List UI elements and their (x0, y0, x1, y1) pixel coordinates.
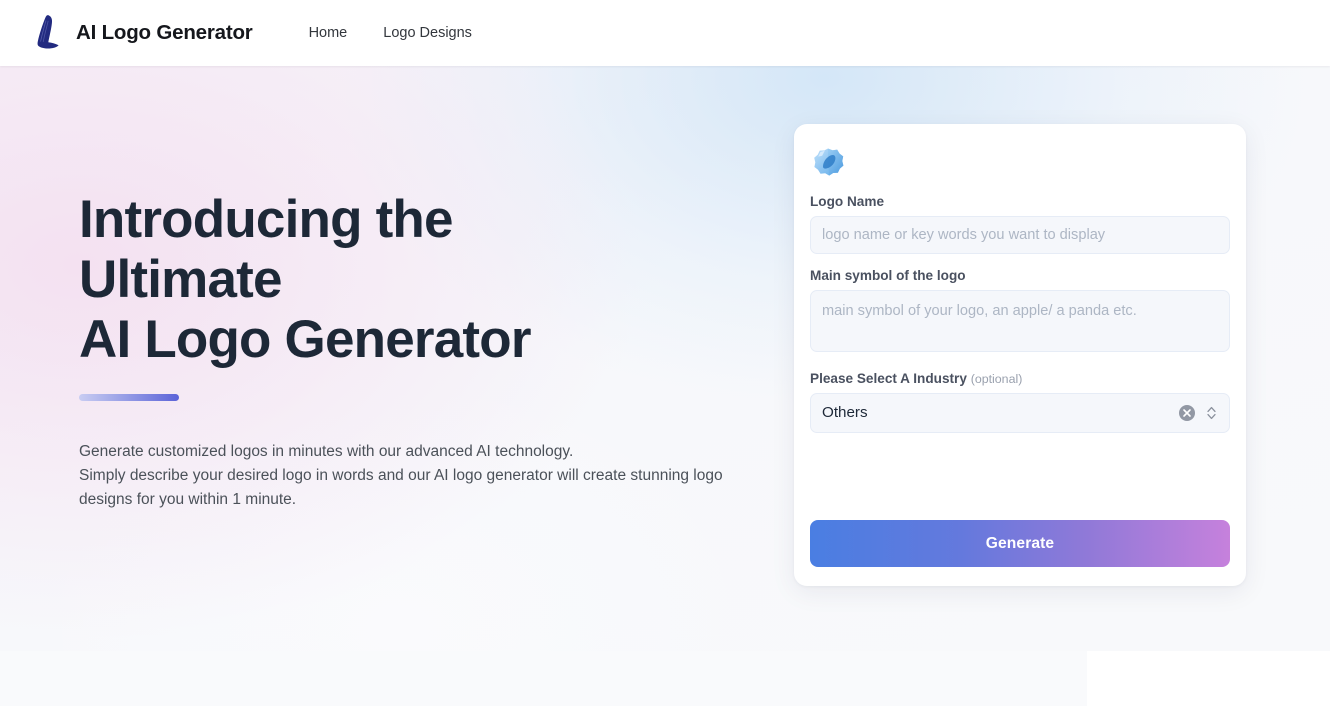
industry-optional-tag: (optional) (970, 372, 1023, 386)
up-down-chevron-icon[interactable] (1205, 404, 1218, 422)
logo-name-field-group: Logo Name (810, 194, 1230, 254)
hero-description-line-2: Simply describe your desired logo in wor… (79, 467, 723, 484)
hero-heading-line-1: Introducing the (79, 190, 453, 249)
page-title: Introducing the Ultimate AI Logo Generat… (79, 190, 769, 370)
clear-x-icon[interactable] (1179, 405, 1195, 421)
hero-description-line-3: designs for you within 1 minute. (79, 491, 297, 508)
main-symbol-label: Main symbol of the logo (810, 268, 966, 283)
industry-select-wrap: Others (810, 393, 1230, 433)
industry-select-value: Others (822, 404, 868, 421)
hero-section: Introducing the Ultimate AI Logo Generat… (79, 190, 769, 512)
brand[interactable]: AI Logo Generator (30, 13, 253, 53)
main-nav: Home Logo Designs (291, 19, 490, 47)
industry-select[interactable]: Others (810, 393, 1230, 433)
industry-label: Please Select A Industry (optional) (810, 371, 1230, 386)
hero-heading-line-3: AI Logo Generator (79, 310, 531, 369)
hero-description: Generate customized logos in minutes wit… (79, 440, 769, 512)
logo-name-input[interactable] (810, 216, 1230, 254)
generate-button[interactable]: Generate (810, 520, 1230, 567)
logo-name-label: Logo Name (810, 194, 885, 209)
bottom-right-panel (1087, 651, 1330, 706)
nav-item-logo-designs[interactable]: Logo Designs (365, 19, 490, 47)
industry-field-group: Please Select A Industry (optional) Othe… (810, 371, 1230, 433)
site-header: AI Logo Generator Home Logo Designs (0, 0, 1330, 66)
brand-title: AI Logo Generator (76, 21, 253, 44)
nav-item-home[interactable]: Home (291, 19, 366, 47)
logo-generator-form-card: Logo Name Main symbol of the logo Please… (794, 124, 1246, 586)
blue-gem-icon (814, 148, 844, 176)
hero-heading-line-2: Ultimate (79, 250, 283, 309)
main-symbol-field-group: Main symbol of the logo (810, 268, 1230, 357)
hero-description-line-1: Generate customized logos in minutes wit… (79, 443, 574, 460)
stylized-letter-l-logo-icon (37, 15, 59, 49)
page-root: AI Logo Generator Home Logo Designs Intr… (0, 0, 1330, 706)
industry-label-text: Please Select A Industry (810, 371, 967, 386)
accent-bar (79, 394, 179, 401)
clear-x-glyph (1183, 409, 1191, 417)
main-symbol-input[interactable] (810, 290, 1230, 352)
